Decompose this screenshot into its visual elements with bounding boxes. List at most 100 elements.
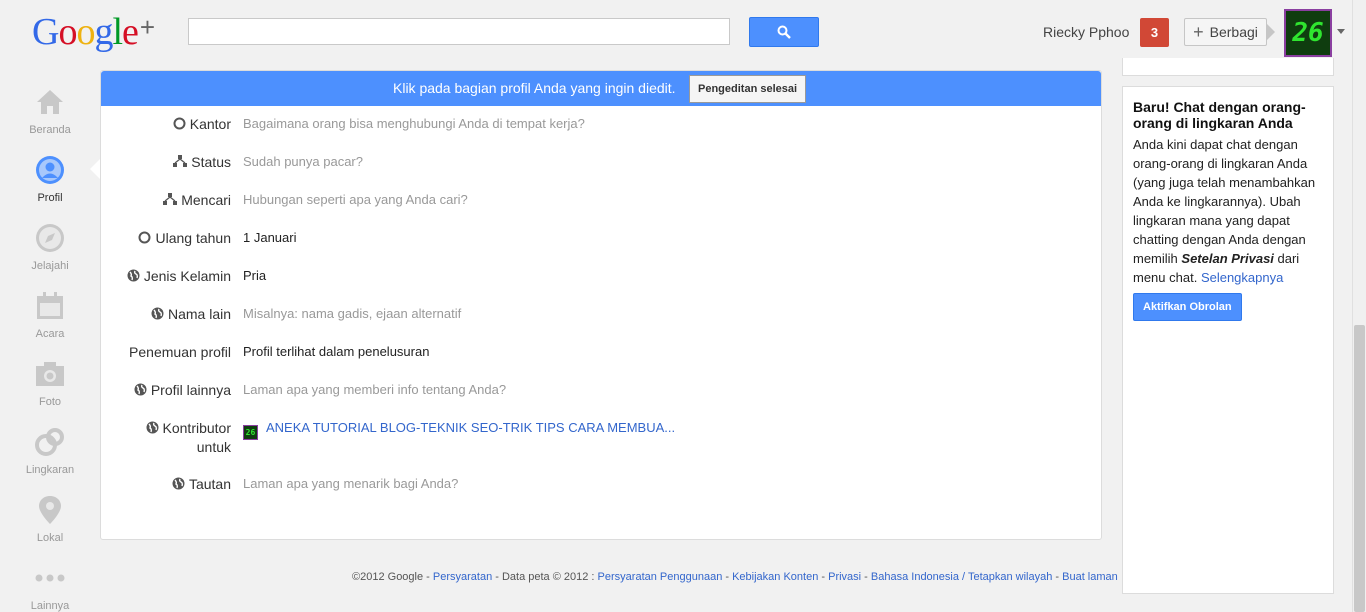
nav-label: Profil	[37, 192, 63, 204]
footer-link-privacy[interactable]: Privasi	[828, 571, 861, 583]
nav-label: Acara	[35, 328, 65, 340]
scrollbar-thumb[interactable]	[1354, 325, 1365, 612]
profile-row-label-text: Jenis Kelamin	[143, 268, 231, 284]
chat-promo-card: Baru! Chat dengan orang-orang di lingkar…	[1122, 86, 1334, 594]
nav-item-lainnya[interactable]: Lainnya	[0, 562, 100, 612]
profile-row-value-text: Laman apa yang memberi info tentang Anda…	[243, 382, 507, 397]
notification-count-badge[interactable]: 3	[1140, 18, 1169, 47]
profile-row-label: Status	[173, 153, 231, 172]
profile-row-value-text: Hubungan seperti apa yang Anda cari?	[243, 192, 468, 207]
nav-label: Lingkaran	[25, 464, 75, 476]
share-button-label: Berbagi	[1209, 24, 1258, 40]
nav-label: Lokal	[36, 532, 64, 544]
calendar-icon	[37, 292, 63, 319]
profile-row-value-text: Misalnya: nama gadis, ejaan alternatif	[243, 306, 462, 321]
footer-separator: -	[722, 571, 733, 583]
profile-row-value[interactable]: 26 ANEKA TUTORIAL BLOG-TEKNIK SEO-TRIK TI…	[243, 419, 675, 440]
profile-row-label-text: Kontributor	[162, 420, 231, 436]
google-plus-logo[interactable]: Google+	[32, 10, 155, 54]
profile-row-label-text: Penemuan profil	[129, 344, 231, 360]
profile-edit-panel: Klik pada bagian profil Anda yang ingin …	[100, 70, 1102, 540]
nav-item-foto[interactable]: Foto	[0, 358, 100, 408]
nav-item-beranda[interactable]: Beranda	[0, 86, 100, 136]
circle-icon[interactable]	[173, 116, 186, 134]
profile-row-label: Tautan	[172, 475, 231, 494]
nav-item-acara[interactable]: Acara	[0, 290, 100, 340]
done-editing-button[interactable]: Pengeditan selesai	[689, 75, 807, 103]
logo-wordmark: Google	[32, 11, 139, 53]
search-input[interactable]	[188, 18, 730, 45]
chat-promo-body: Anda kini dapat chat dengan orang-orang …	[1133, 135, 1327, 287]
nav-label: Beranda	[29, 124, 71, 136]
nav-active-pointer	[90, 159, 100, 179]
more-icon	[35, 574, 65, 582]
profile-row-label: Kantor	[173, 115, 231, 134]
chevron-down-icon[interactable]	[1337, 29, 1345, 34]
footer-link-content-policy[interactable]: Kebijakan Konten	[732, 571, 818, 583]
footer-map-data: - Data peta © 2012 :	[492, 571, 598, 583]
globe-icon[interactable]	[134, 382, 147, 400]
globe-icon[interactable]	[146, 420, 159, 438]
learn-more-link[interactable]: Selengkapnya	[1201, 270, 1283, 285]
profile-row-value[interactable]: Misalnya: nama gadis, ejaan alternatif	[243, 305, 461, 323]
profile-row-label: Profil lainnya	[134, 381, 231, 400]
profile-row-label: Mencari	[163, 191, 231, 210]
profile-row-value-text: ANEKA TUTORIAL BLOG-TEKNIK SEO-TRIK TIPS…	[266, 420, 676, 435]
nav-item-lingkaran[interactable]: Lingkaran	[0, 426, 100, 476]
footer-separator: -	[861, 571, 871, 583]
logo-letter: o	[58, 11, 77, 53]
logo-letter: e	[122, 11, 139, 53]
profile-row-label-text-2: untuk	[196, 439, 231, 455]
profile-row-value[interactable]: Pria	[243, 267, 266, 285]
network-icon[interactable]	[163, 192, 178, 210]
profile-row-value[interactable]: Sudah punya pacar?	[243, 153, 363, 171]
nav-label: Jelajahi	[31, 260, 69, 272]
nav-label: Lainnya	[30, 600, 70, 612]
globe-icon[interactable]	[151, 306, 164, 324]
profile-icon	[36, 156, 64, 184]
profile-row-label-text: Status	[191, 154, 231, 170]
profile-row-label-text: Profil lainnya	[150, 382, 231, 398]
profile-row-label: Ulang tahun	[138, 229, 231, 248]
globe-icon[interactable]	[127, 268, 140, 286]
avatar[interactable]: 26	[1284, 9, 1332, 57]
profile-row-value[interactable]: Laman apa yang memberi info tentang Anda…	[243, 381, 506, 399]
profile-row-value[interactable]: Bagaimana orang bisa menghubungi Anda di…	[243, 115, 585, 133]
profile-row-label-text: Ulang tahun	[155, 230, 231, 246]
camera-icon	[36, 362, 64, 386]
profile-row-value-text: Bagaimana orang bisa menghubungi Anda di…	[243, 116, 585, 131]
circles-icon	[35, 428, 64, 456]
share-button[interactable]: + Berbagi	[1184, 18, 1267, 46]
enable-chat-button[interactable]: Aktifkan Obrolan	[1133, 293, 1242, 321]
logo-letter: G	[32, 11, 59, 53]
profile-row-value[interactable]: Profil terlihat dalam penelusuran	[243, 343, 429, 361]
footer-link-language[interactable]: Bahasa Indonesia / Tetapkan wilayah	[871, 571, 1052, 583]
profile-row-value-text: Pria	[243, 268, 267, 283]
nav-item-jelajahi[interactable]: Jelajahi	[0, 222, 100, 272]
search-button[interactable]	[749, 17, 819, 47]
circle-icon[interactable]	[138, 230, 151, 248]
logo-plus: +	[139, 12, 155, 42]
chat-promo-title: Baru! Chat dengan orang-orang di lingkar…	[1133, 99, 1306, 131]
nav-item-profil[interactable]: Profil	[0, 154, 100, 204]
nav-item-lokal[interactable]: Lokal	[0, 494, 100, 544]
profile-row-label: Jenis Kelamin	[127, 267, 231, 286]
profile-row-value[interactable]: Hubungan seperti apa yang Anda cari?	[243, 191, 468, 209]
user-name-link[interactable]: Riecky Pphoo	[1043, 24, 1129, 40]
footer-link-terms[interactable]: Persyaratan	[433, 571, 492, 583]
globe-icon[interactable]	[172, 476, 185, 494]
sidebar-top-card	[1122, 58, 1334, 76]
footer-separator: -	[1052, 571, 1063, 583]
blog-thumbnail: 26	[243, 425, 258, 440]
logo-letter: g	[94, 11, 113, 53]
profile-row-value-text: Profil terlihat dalam penelusuran	[243, 344, 430, 359]
home-icon	[37, 90, 63, 114]
network-icon[interactable]	[173, 154, 188, 172]
footer-link-terms-of-use[interactable]: Persyaratan Penggunaan	[598, 571, 723, 583]
privacy-settings-emphasis: Setelan Privasi	[1181, 251, 1274, 266]
footer-link-create-page[interactable]: Buat laman	[1062, 571, 1118, 583]
profile-row-value[interactable]: Laman apa yang menarik bagi Anda?	[243, 475, 458, 493]
profile-row-value[interactable]: 1 Januari	[243, 229, 296, 247]
profile-row-label-text: Mencari	[181, 192, 231, 208]
nav-label: Foto	[38, 396, 61, 408]
